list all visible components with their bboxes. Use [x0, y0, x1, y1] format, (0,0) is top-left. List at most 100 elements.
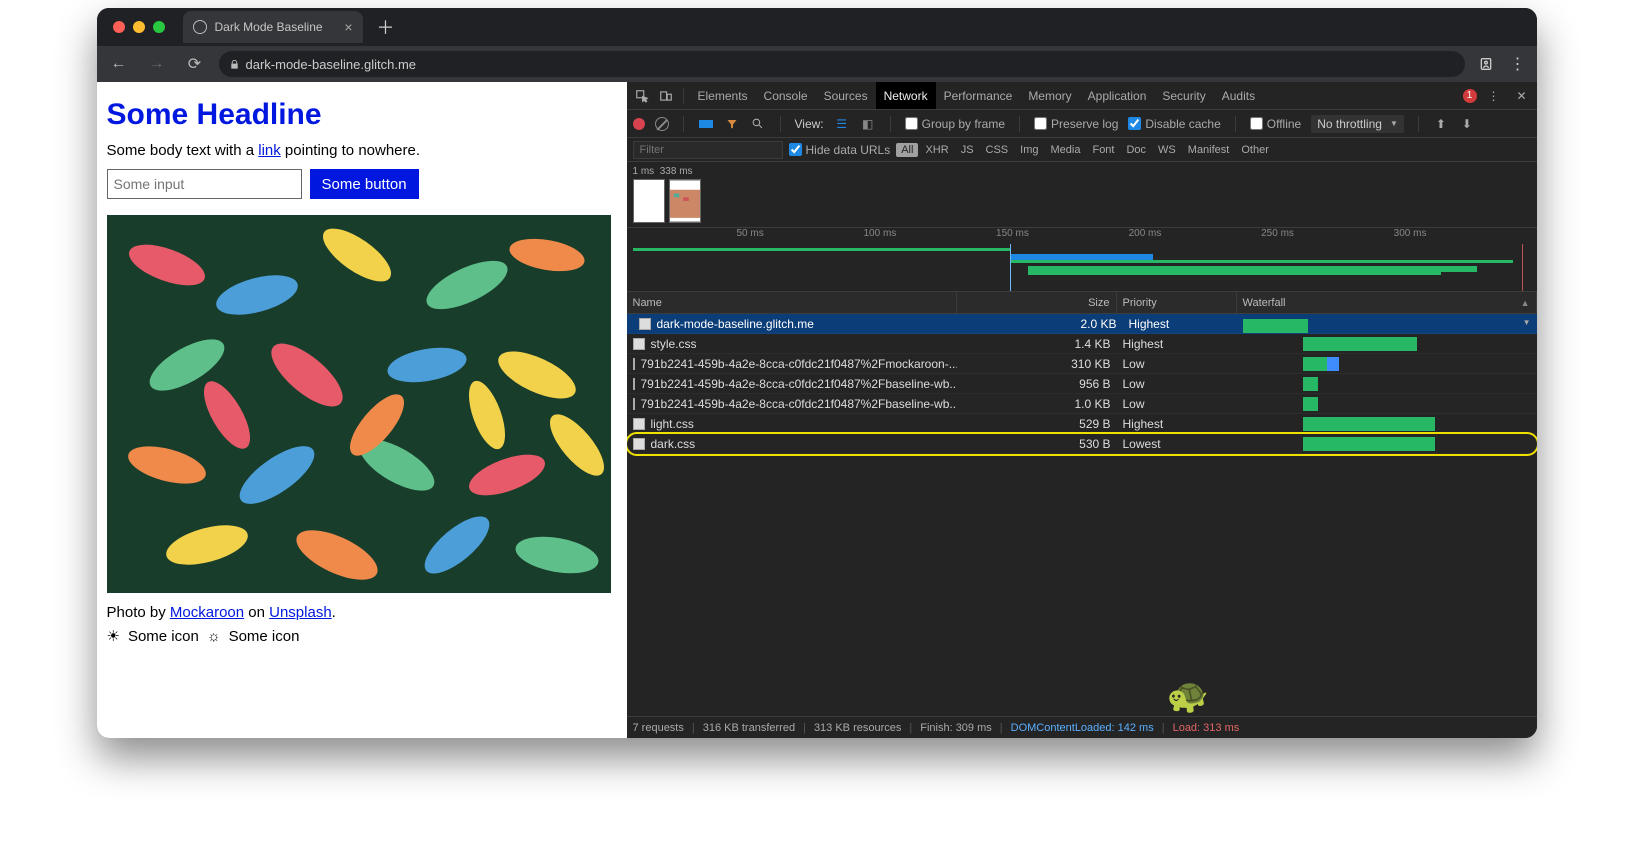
request-row[interactable]: style.css1.4 KBHighest — [627, 334, 1537, 354]
kebab-menu-icon[interactable]: ⋮ — [1507, 53, 1529, 75]
file-icon — [639, 318, 651, 330]
type-filter-xhr[interactable]: XHR — [920, 143, 953, 157]
disable-cache-checkbox[interactable]: Disable cache — [1128, 117, 1220, 131]
devtools-tab-memory[interactable]: Memory — [1020, 82, 1079, 109]
devtools-tab-elements[interactable]: Elements — [690, 82, 756, 109]
type-filter-all[interactable]: All — [896, 143, 918, 157]
filmstrip-frame[interactable] — [633, 179, 665, 223]
col-priority[interactable]: Priority — [1117, 292, 1237, 313]
zoom-window-icon[interactable] — [153, 21, 165, 33]
preserve-log-checkbox[interactable]: Preserve log — [1034, 117, 1118, 131]
type-filter-css[interactable]: CSS — [981, 143, 1014, 157]
filter-icon[interactable] — [724, 116, 740, 132]
close-tab-icon[interactable]: × — [344, 19, 352, 35]
request-waterfall — [1237, 334, 1537, 353]
request-name: 791b2241-459b-4a2e-8cca-c0fdc21f0487%2Fb… — [641, 397, 957, 411]
view-list-icon[interactable]: ☰ — [834, 116, 850, 132]
col-name[interactable]: Name — [627, 292, 957, 313]
type-filter-media[interactable]: Media — [1046, 143, 1086, 157]
element-picker-icon[interactable] — [631, 85, 653, 107]
filmstrip: 1 ms 338 ms — [627, 162, 1537, 228]
demo-input[interactable] — [107, 169, 302, 199]
type-filter-manifest[interactable]: Manifest — [1183, 143, 1235, 157]
author-link[interactable]: Mockaroon — [170, 604, 244, 621]
type-filter-doc[interactable]: Doc — [1121, 143, 1151, 157]
export-icon[interactable]: ⬆ — [1433, 116, 1449, 132]
devtools-tabbar: ElementsConsoleSourcesNetworkPerformance… — [627, 82, 1537, 110]
clear-icon[interactable] — [655, 117, 669, 131]
file-icon — [633, 438, 645, 450]
kebab-icon[interactable]: ⋮ — [1483, 85, 1505, 107]
file-icon — [633, 358, 635, 370]
devtools-panel: ElementsConsoleSourcesNetworkPerformance… — [627, 82, 1537, 738]
request-row[interactable]: 791b2241-459b-4a2e-8cca-c0fdc21f0487%2Fm… — [627, 354, 1537, 374]
account-icon[interactable] — [1475, 53, 1497, 75]
browser-tab[interactable]: Dark Mode Baseline × — [183, 11, 363, 43]
type-filter-other[interactable]: Other — [1236, 143, 1274, 157]
request-row[interactable]: dark-mode-baseline.glitch.me2.0 KBHighes… — [627, 314, 1537, 334]
import-icon[interactable]: ⬇ — [1459, 116, 1475, 132]
view-grid-icon[interactable]: ◧ — [860, 116, 876, 132]
request-waterfall — [1237, 394, 1537, 413]
globe-icon — [193, 20, 207, 34]
new-tab-button[interactable]: ＋ — [371, 14, 401, 40]
col-size[interactable]: Size — [957, 292, 1117, 313]
demo-button[interactable]: Some button — [310, 169, 419, 199]
close-window-icon[interactable] — [113, 21, 125, 33]
file-icon — [633, 418, 645, 430]
type-filter-img[interactable]: Img — [1015, 143, 1043, 157]
record-icon[interactable] — [633, 118, 645, 130]
reload-button[interactable]: ⟳ — [181, 54, 209, 74]
timeline-overview[interactable]: 50 ms100 ms150 ms200 ms250 ms300 ms — [627, 228, 1537, 292]
filmstrip-icon[interactable] — [698, 116, 714, 132]
hide-data-urls-checkbox[interactable]: Hide data URLs — [789, 143, 891, 157]
network-filter-bar: Hide data URLs AllXHRJSCSSImgMediaFontDo… — [627, 138, 1537, 162]
request-waterfall — [1237, 374, 1537, 393]
request-row[interactable]: dark.css530 BLowest — [627, 434, 1537, 454]
request-row[interactable]: 791b2241-459b-4a2e-8cca-c0fdc21f0487%2Fb… — [627, 374, 1537, 394]
page-viewport: Some Headline Some body text with a link… — [97, 82, 627, 738]
search-icon[interactable] — [750, 116, 766, 132]
address-bar[interactable]: dark-mode-baseline.glitch.me — [219, 51, 1465, 77]
type-filter-js[interactable]: JS — [956, 143, 979, 157]
throttle-select[interactable]: No throttling — [1311, 115, 1404, 133]
devtools-tab-console[interactable]: Console — [756, 82, 816, 109]
col-waterfall[interactable]: Waterfall▲ — [1237, 292, 1537, 313]
request-row[interactable]: light.css529 BHighest — [627, 414, 1537, 434]
request-size: 1.0 KB — [957, 397, 1117, 411]
group-by-frame-checkbox[interactable]: Group by frame — [905, 117, 1005, 131]
sun-icon: ☼ — [207, 628, 221, 645]
devtools-tab-audits[interactable]: Audits — [1214, 82, 1263, 109]
devtools-tab-performance[interactable]: Performance — [936, 82, 1021, 109]
photo-caption: Photo by Mockaroon on Unsplash. — [107, 604, 617, 621]
body-link[interactable]: link — [258, 142, 281, 159]
request-row[interactable]: 791b2241-459b-4a2e-8cca-c0fdc21f0487%2Fb… — [627, 394, 1537, 414]
forward-button[interactable]: → — [143, 55, 171, 73]
type-filter-ws[interactable]: WS — [1153, 143, 1181, 157]
devtools-tab-network[interactable]: Network — [876, 82, 936, 109]
request-waterfall — [1237, 354, 1537, 373]
request-priority: Highest — [1123, 317, 1243, 331]
devtools-tab-security[interactable]: Security — [1154, 82, 1213, 109]
error-badge[interactable]: 1 — [1463, 89, 1477, 103]
close-devtools-icon[interactable]: ✕ — [1511, 85, 1533, 107]
site-link[interactable]: Unsplash — [269, 604, 332, 621]
request-size: 529 B — [957, 417, 1117, 431]
request-name: 791b2241-459b-4a2e-8cca-c0fdc21f0487%2Fm… — [641, 357, 957, 371]
devtools-tab-application[interactable]: Application — [1080, 82, 1155, 109]
request-size: 530 B — [957, 437, 1117, 451]
type-filter-font[interactable]: Font — [1087, 143, 1119, 157]
photo-image — [107, 215, 611, 593]
file-icon — [633, 338, 645, 350]
filmstrip-frame[interactable] — [669, 179, 701, 223]
offline-checkbox[interactable]: Offline — [1250, 117, 1301, 131]
device-toggle-icon[interactable] — [655, 85, 677, 107]
page-headline: Some Headline — [107, 98, 617, 132]
filter-input[interactable] — [633, 141, 783, 159]
icon-label-1: Some icon — [128, 628, 199, 645]
icon-label-2: Some icon — [229, 628, 300, 645]
file-icon — [633, 378, 635, 390]
devtools-tab-sources[interactable]: Sources — [816, 82, 876, 109]
minimize-window-icon[interactable] — [133, 21, 145, 33]
back-button[interactable]: ← — [105, 55, 133, 73]
